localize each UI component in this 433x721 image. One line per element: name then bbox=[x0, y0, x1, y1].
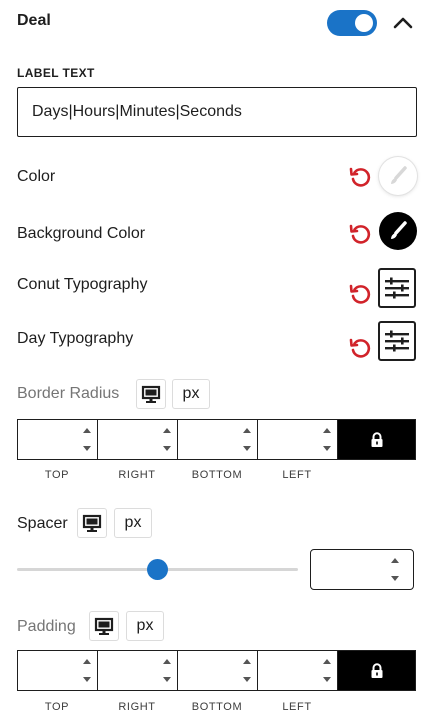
dimension-cell bbox=[18, 651, 98, 690]
panel-title: Deal bbox=[17, 12, 51, 29]
device-toggle-button[interactable] bbox=[77, 508, 107, 538]
day-typography-label: Day Typography bbox=[17, 330, 134, 347]
dimension-cell bbox=[178, 420, 258, 459]
color-swatch[interactable] bbox=[379, 157, 417, 195]
spinner-arrows-icon[interactable] bbox=[81, 651, 93, 690]
device-toggle-button[interactable] bbox=[136, 379, 166, 409]
desktop-icon bbox=[94, 617, 114, 635]
brush-icon bbox=[391, 221, 407, 239]
chevron-up-icon[interactable] bbox=[392, 12, 414, 34]
sliders-icon bbox=[385, 277, 409, 299]
padding-side-captions: TOP RIGHT BOTTOM LEFT bbox=[17, 701, 337, 713]
border-radius-left-input[interactable] bbox=[258, 420, 314, 459]
padding-left-input[interactable] bbox=[258, 651, 314, 690]
spacer-slider-thumb[interactable] bbox=[147, 559, 168, 580]
unit-selector[interactable]: px bbox=[172, 379, 210, 409]
padding-top-input[interactable] bbox=[18, 651, 74, 690]
device-toggle-button[interactable] bbox=[89, 611, 119, 641]
link-values-button[interactable] bbox=[338, 420, 415, 459]
background-color-swatch[interactable] bbox=[379, 212, 417, 250]
spacer-label: Spacer bbox=[17, 515, 68, 532]
spinner-arrows-icon[interactable] bbox=[241, 651, 253, 690]
border-radius-right-input[interactable] bbox=[98, 420, 154, 459]
border-radius-bottom-input[interactable] bbox=[178, 420, 234, 459]
spinner-arrows-icon[interactable] bbox=[321, 420, 333, 459]
color-label: Color bbox=[17, 168, 56, 185]
link-values-button[interactable] bbox=[338, 651, 415, 690]
unit-selector[interactable]: px bbox=[114, 508, 152, 538]
padding-right-input[interactable] bbox=[98, 651, 154, 690]
label-text-label: LABEL TEXT bbox=[17, 66, 95, 80]
border-radius-label: Border Radius bbox=[17, 385, 120, 402]
dimension-cell bbox=[258, 420, 338, 459]
dimension-cell bbox=[98, 420, 178, 459]
lock-icon bbox=[371, 662, 382, 678]
spacer-number-input[interactable] bbox=[310, 549, 414, 590]
border-radius-top-input[interactable] bbox=[18, 420, 74, 459]
spinner-arrows-icon[interactable] bbox=[241, 420, 253, 459]
count-typography-button[interactable] bbox=[378, 268, 416, 308]
side-caption-left: LEFT bbox=[282, 469, 312, 481]
reset-icon[interactable] bbox=[348, 281, 372, 305]
desktop-icon bbox=[82, 514, 102, 532]
border-radius-inputs bbox=[17, 419, 416, 460]
side-caption-top: TOP bbox=[44, 469, 70, 481]
dimension-cell bbox=[18, 420, 98, 459]
deal-toggle[interactable] bbox=[327, 10, 377, 36]
side-caption-bottom: BOTTOM bbox=[191, 701, 243, 713]
spinner-arrows-icon[interactable] bbox=[161, 420, 173, 459]
reset-icon[interactable] bbox=[348, 221, 372, 245]
dimension-cell bbox=[178, 651, 258, 690]
side-caption-top: TOP bbox=[44, 701, 70, 713]
padding-label: Padding bbox=[17, 618, 76, 635]
spinner-arrows-icon[interactable] bbox=[321, 651, 333, 690]
day-typography-button[interactable] bbox=[378, 321, 416, 361]
desktop-icon bbox=[141, 385, 161, 403]
spinner-arrows-icon[interactable] bbox=[389, 550, 401, 589]
spacer-value-input[interactable] bbox=[311, 550, 381, 589]
border-radius-side-captions: TOP RIGHT BOTTOM LEFT bbox=[17, 469, 337, 481]
side-caption-bottom: BOTTOM bbox=[191, 469, 243, 481]
lock-icon bbox=[371, 431, 382, 447]
reset-icon[interactable] bbox=[348, 164, 372, 188]
background-color-label: Background Color bbox=[17, 225, 146, 242]
dimension-cell bbox=[258, 651, 338, 690]
side-caption-left: LEFT bbox=[282, 701, 312, 713]
unit-selector[interactable]: px bbox=[126, 611, 164, 641]
spinner-arrows-icon[interactable] bbox=[161, 651, 173, 690]
side-caption-right: RIGHT bbox=[118, 469, 156, 481]
sliders-icon bbox=[385, 330, 409, 352]
reset-icon[interactable] bbox=[348, 335, 372, 359]
toggle-knob bbox=[355, 14, 373, 32]
padding-bottom-input[interactable] bbox=[178, 651, 234, 690]
count-typography-label: Conut Typography bbox=[17, 276, 148, 293]
side-caption-right: RIGHT bbox=[118, 701, 156, 713]
spinner-arrows-icon[interactable] bbox=[81, 420, 93, 459]
brush-icon bbox=[391, 166, 407, 184]
dimension-cell bbox=[98, 651, 178, 690]
label-text-input[interactable] bbox=[17, 87, 417, 137]
padding-inputs bbox=[17, 650, 416, 691]
